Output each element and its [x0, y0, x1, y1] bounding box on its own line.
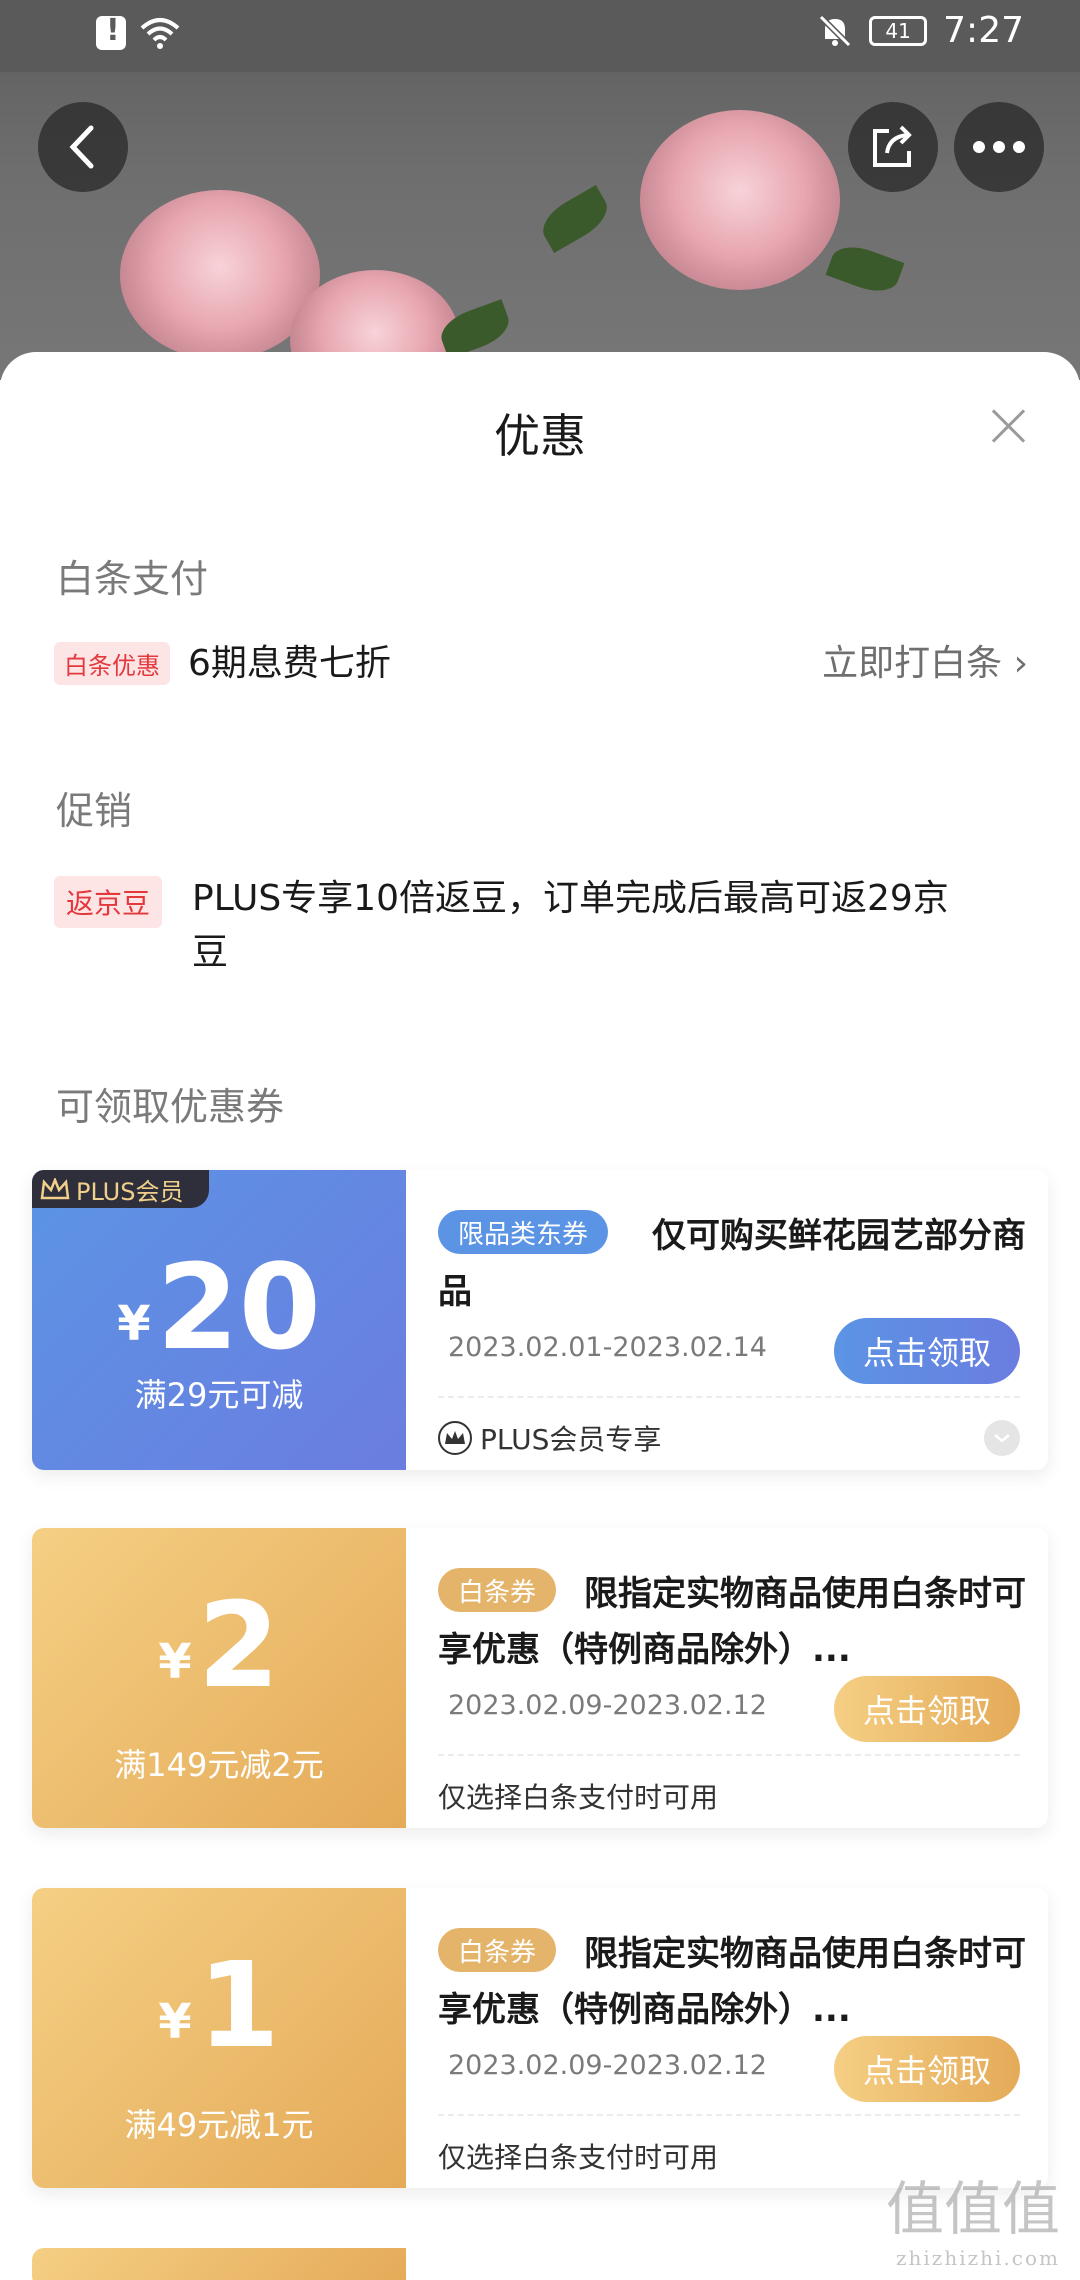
claim-coupon-button[interactable]: 点击领取: [834, 2036, 1020, 2102]
plus-badge-label: PLUS会员: [76, 1177, 184, 1206]
coupon-description: 限指定实物商品使用白条时可享优惠（特例商品除外）...: [438, 1934, 1026, 2030]
coupons-section-title: 可领取优惠券: [56, 1085, 285, 1129]
coupon-description: 仅可购买鲜花园艺部分商品: [438, 1216, 1026, 1312]
coupon-condition: 满149元减2元: [114, 1746, 324, 1784]
coupon-detail: 白条券 限指定实物商品使用白条时可享优惠（特例商品除外）... 2023.02.…: [406, 1888, 1048, 2188]
leaf-image: [825, 239, 905, 299]
amount-value: 1: [197, 1936, 280, 2074]
sheet-title: 优惠: [494, 409, 586, 463]
watermark: 值值值 zhizhizhi.com: [886, 2162, 1060, 2270]
discount-sheet: 优惠 白条支付 白条优惠 6期息费七折 立即打白条 › 促销 返京豆 PLUS专…: [0, 352, 1080, 2280]
share-icon: [873, 125, 912, 167]
battery-level: 41: [885, 18, 911, 43]
coupon-date-range: 2023.02.09-2023.02.12: [448, 1690, 767, 1721]
battery-icon: 41: [869, 15, 928, 46]
coupon-detail: 限品类东券 仅可购买鲜花园艺部分商品 2023.02.01-2023.02.14…: [406, 1170, 1048, 1470]
coupon-value-panel: PLUS会员 ¥20 满29元可减: [32, 1170, 406, 1470]
baitiao-offer-text: 6期息费七折: [188, 643, 391, 684]
promotion-text-line: 豆: [192, 932, 229, 973]
close-icon[interactable]: [986, 404, 1030, 448]
coupon-description: 限指定实物商品使用白条时可享优惠（特例商品除外）...: [438, 1574, 1026, 1670]
share-button[interactable]: [848, 102, 938, 192]
currency-symbol: ¥: [158, 1994, 192, 2050]
coupon-card: ¥1 满49元减1元 白条券 限指定实物商品使用白条时可享优惠（特例商品除外）.…: [32, 1888, 1048, 2188]
coupon-note: 仅选择白条支付时可用: [438, 2136, 718, 2176]
coupon-date-range: 2023.02.01-2023.02.14: [448, 1332, 767, 1363]
back-button[interactable]: [38, 102, 128, 192]
coupon-note-text: 仅选择白条支付时可用: [438, 1781, 719, 1814]
baitiao-tag: 白条优惠: [54, 642, 170, 685]
coupon-note-text: PLUS会员专享: [480, 1423, 662, 1456]
currency-symbol: ¥: [117, 1296, 151, 1352]
promotion-text: PLUS专享10倍返豆，订单完成后最高可返29京 豆: [192, 872, 949, 980]
coupon-amount: ¥2: [32, 1576, 406, 1714]
coupon-date-range: 2023.02.09-2023.02.12: [448, 2050, 767, 2081]
currency-symbol: ¥: [158, 1634, 192, 1690]
crown-icon: [40, 1178, 70, 1200]
coupon-note-text: 仅选择白条支付时可用: [438, 2141, 719, 2174]
coupon-value-panel: ¥1 满49元减1元: [32, 1888, 406, 2188]
promotion-tag: 返京豆: [54, 876, 163, 928]
coupon-value-panel: ¥2 满149元减2元: [32, 1528, 406, 1828]
rose-image: [640, 110, 840, 290]
plus-crown-icon: [438, 1421, 472, 1455]
coupon-condition: 满49元减1元: [124, 2106, 314, 2144]
promotion-section-title: 促销: [56, 789, 133, 833]
coupon-card: PLUS会员 ¥20 满29元可减 限品类东券 仅可购买鲜花园艺部分商品 202…: [32, 1170, 1048, 1470]
coupon-condition: 满29元可减: [134, 1376, 304, 1414]
more-dots-icon: [973, 141, 1025, 153]
more-button[interactable]: [954, 102, 1044, 192]
watermark-subtext: zhizhizhi.com: [895, 2246, 1060, 2270]
chevron-left-icon: [69, 125, 94, 169]
coupon-card: ¥2 满149元减2元 白条券 限指定实物商品使用白条时可享优惠（特例商品除外）…: [32, 1528, 1048, 1828]
amount-value: 20: [156, 1238, 321, 1376]
coupon-note: PLUS会员专享: [438, 1418, 661, 1458]
plus-member-badge: PLUS会员: [32, 1170, 210, 1208]
claim-coupon-button[interactable]: 点击领取: [834, 1676, 1020, 1742]
coupon-amount: ¥1: [32, 1936, 406, 2074]
expand-chevron-icon[interactable]: [984, 1420, 1020, 1456]
mute-bell-icon: [819, 14, 852, 47]
amount-value: 2: [197, 1576, 280, 1714]
promotion-text-line: PLUS专享10倍返豆，订单完成后最高可返29京: [192, 878, 949, 919]
divider: [438, 2114, 1020, 2116]
claim-coupon-button[interactable]: 点击领取: [834, 1318, 1020, 1384]
status-bar: 41 7:27: [0, 0, 1080, 72]
divider: [438, 1754, 1020, 1756]
clock: 7:27: [943, 10, 1024, 51]
coupon-detail: 白条券 限指定实物商品使用白条时可享优惠（特例商品除外）... 2023.02.…: [406, 1528, 1048, 1828]
coupon-value-panel: [32, 2248, 406, 2280]
wifi-icon: [140, 18, 180, 49]
coupon-amount: ¥20: [32, 1238, 406, 1376]
alert-icon: [96, 13, 126, 50]
divider: [438, 1396, 1020, 1398]
baitiao-open-link[interactable]: 立即打白条 ›: [822, 634, 1028, 686]
leaf-image: [535, 185, 615, 253]
baitiao-section-title: 白条支付: [56, 557, 209, 601]
coupon-note: 仅选择白条支付时可用: [438, 1776, 718, 1816]
watermark-text: 值值值: [885, 2175, 1060, 2243]
